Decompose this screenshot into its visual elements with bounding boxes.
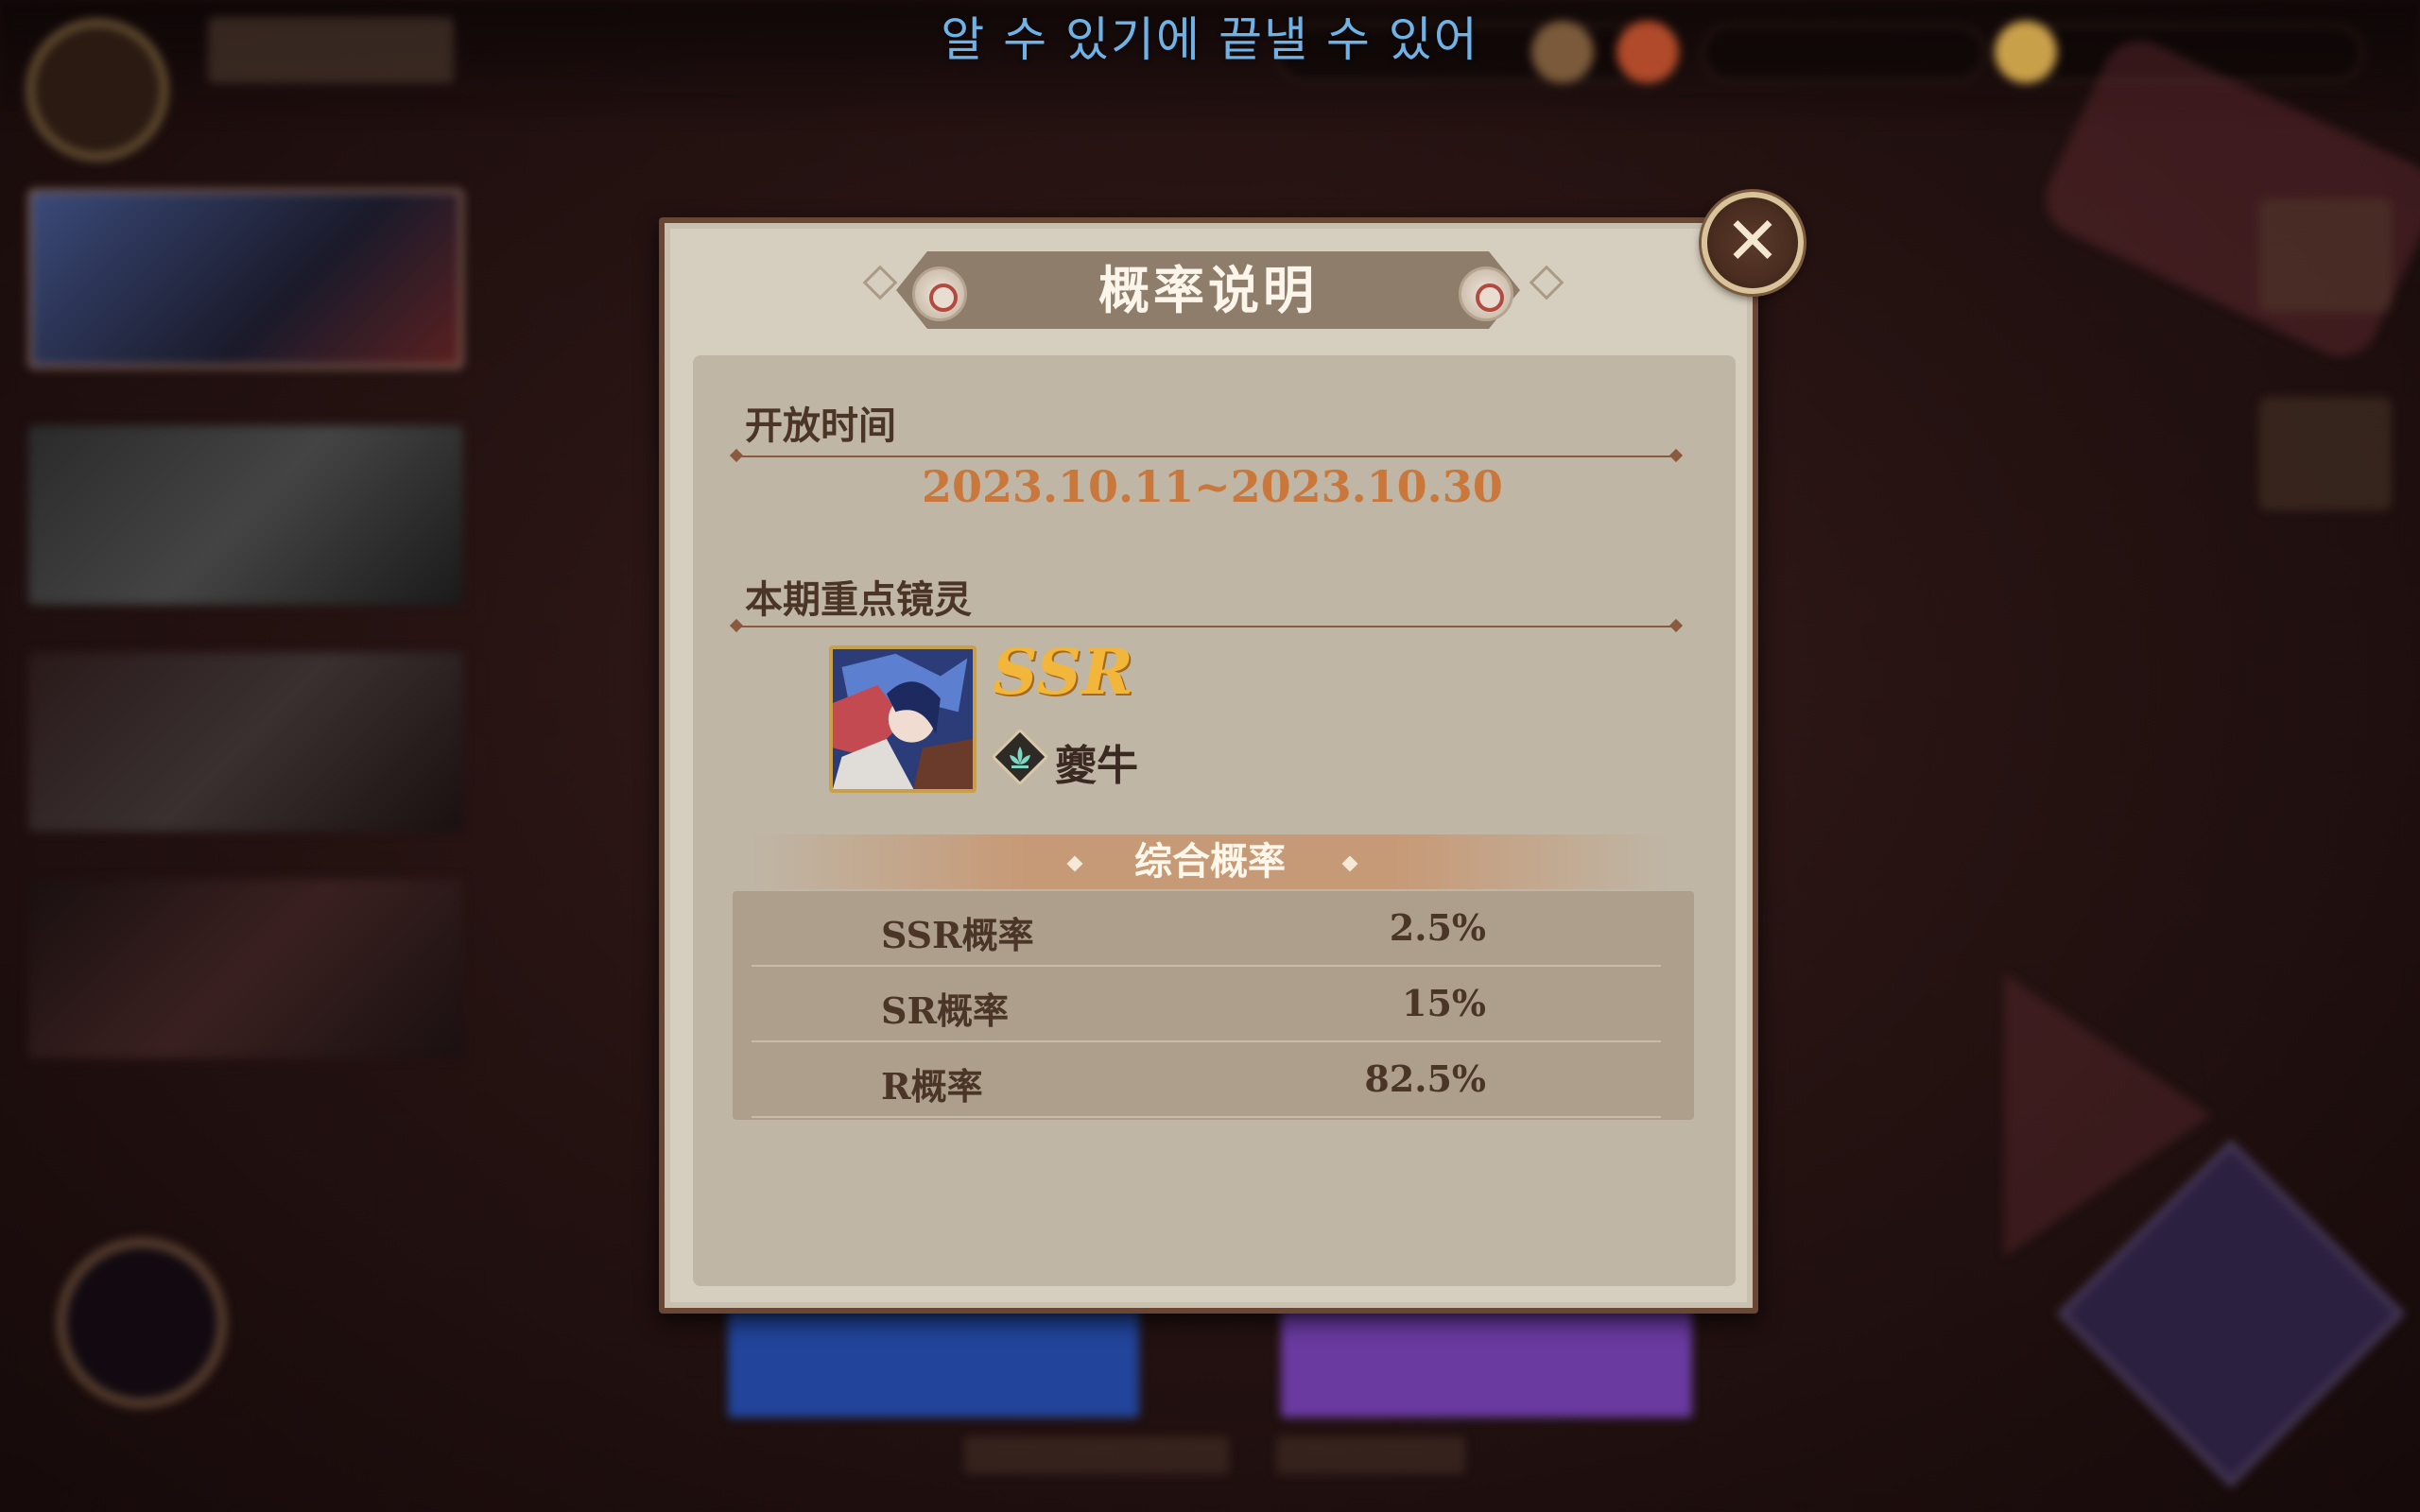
subtitle-caption: 알 수 있기에 끝낼 수 있어 (941, 12, 1479, 67)
probability-heading: 综合概率 (1134, 839, 1286, 884)
background-summon-ten-button (1281, 1309, 1692, 1418)
background-footer-text (964, 1436, 1229, 1474)
section-divider (737, 455, 1675, 457)
close-icon: ✕ (1724, 202, 1781, 280)
portrait-art (833, 649, 973, 789)
background-side-card (28, 189, 463, 369)
rarity-badge: SSR (993, 635, 1133, 709)
probability-label: SSR概率 (881, 914, 1034, 956)
section-divider (737, 626, 1675, 627)
probability-label: SR概率 (881, 989, 1010, 1032)
title-wing-right (1529, 265, 1564, 301)
table-row: R概率 82.5% (752, 1042, 1661, 1118)
background-summon-once-button (728, 1309, 1139, 1418)
open-time-heading: 开放时间 (745, 404, 896, 448)
probability-value: 15% (1402, 982, 1486, 1024)
probability-dialog: 概率说明 (659, 217, 1758, 1314)
table-row: SR概率 15% (752, 967, 1661, 1042)
table-row: SSR概率 2.5% (752, 891, 1661, 967)
background-footer-text (1276, 1436, 1465, 1474)
dialog-title: 概率说明 (1098, 260, 1318, 320)
background-side-card (28, 879, 463, 1058)
background-emblem (57, 1238, 227, 1408)
spirit-name: 夔牛 (1055, 742, 1138, 790)
title-wing-left (862, 265, 898, 301)
lotus-element-icon (991, 728, 1049, 786)
date-range: 2023.10.11~2023.10.30 (922, 461, 1503, 512)
probability-value: 82.5% (1364, 1057, 1486, 1100)
featured-heading: 本期重点镜灵 (745, 577, 972, 622)
background-side-icon (2259, 397, 2392, 510)
background-side-card (28, 652, 463, 832)
close-button[interactable]: ✕ (1702, 192, 1804, 294)
background-side-card (28, 425, 463, 605)
background-side-icon (2259, 198, 2392, 312)
probability-value: 2.5% (1389, 906, 1486, 949)
probability-table: SSR概率 2.5% SR概率 15% R概率 82.5% (733, 891, 1694, 1120)
featured-spirit-portrait[interactable] (829, 645, 977, 793)
probability-label: R概率 (881, 1065, 983, 1108)
